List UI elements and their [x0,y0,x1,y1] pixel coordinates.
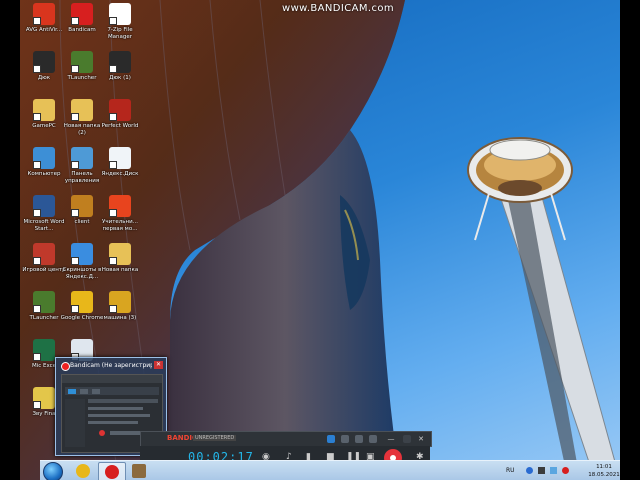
desktop-icon-label: Учительни... первая мо... [102,219,138,232]
control-panel-icon [71,147,93,169]
shortcut-arrow-icon [71,257,79,265]
shortcut-arrow-icon [109,257,117,265]
lock-icon[interactable] [327,435,335,443]
shortcut-arrow-icon [33,353,41,361]
settings-icon[interactable] [355,435,363,443]
volume-icon[interactable] [538,467,545,474]
action-center-icon[interactable] [550,467,557,474]
desktop-icon-label: Дюк (1) [109,75,131,81]
chrome-icon [76,464,90,478]
shortcut-arrow-icon [33,257,41,265]
bandicam-icon [71,3,93,25]
7zip-icon [109,3,131,25]
shortcut-arrow-icon [33,161,41,169]
desktop-icon[interactable]: Новая папка [98,243,142,274]
taskbar-button[interactable] [98,462,126,480]
taskbar-button[interactable] [126,462,152,480]
bandicam-watermark: www.BANDICAM.com [282,3,395,14]
desktop-icon-label: Perfect World [101,123,139,129]
clock-time: 11:01 [596,464,612,470]
chrome-icon [71,291,93,313]
media-icon [109,195,131,217]
shortcut-arrow-icon [71,305,79,313]
maximize-button[interactable] [403,435,411,443]
shortcut-arrow-icon [71,65,79,73]
tlauncher-icon [71,51,93,73]
taskbar-button[interactable] [70,462,96,480]
file-icon [109,291,131,313]
computer-icon [33,147,55,169]
desktop-icon-label: Новая папка [101,267,139,273]
word-icon [33,195,55,217]
desktop-icon[interactable]: машина (3) [98,291,142,322]
desktop-icon-label: машина (3) [103,315,137,321]
shortcut-arrow-icon [109,305,117,313]
sound-icon [33,387,55,409]
desktop-icon[interactable]: Учительни... первая мо... [98,195,142,233]
screen: www.BANDICAM.com AVG AntiVir... Bandicam 7… [0,0,640,480]
system-tray: RU 11:01 18.05.2021 [506,462,620,480]
yandex-disk-icon [109,147,131,169]
desktop-icon-label: Яндекс.Диск [101,171,139,177]
shortcut-arrow-icon [33,65,41,73]
network-icon[interactable] [526,467,533,474]
client-icon [71,195,93,217]
close-button[interactable]: ✕ [417,435,425,443]
folder-icon [109,243,131,265]
minimize-button[interactable]: — [387,435,395,443]
shortcut-arrow-icon [109,17,117,25]
shortcut-arrow-icon [33,113,41,121]
language-indicator[interactable]: RU [506,467,515,474]
minecraft-icon [132,464,146,478]
desktop: www.BANDICAM.com AVG AntiVir... Bandicam 7… [20,0,620,480]
thumbnail-close-button[interactable]: ✕ [154,361,163,369]
unregistered-badge: UNREGISTERED [193,435,237,441]
excel-icon [33,339,55,361]
folder-icon[interactable] [341,435,349,443]
desktop-icon[interactable]: 7-Zip File Manager [98,3,142,41]
desktop-icon[interactable]: Perfect World [98,99,142,130]
screenshots-icon [71,243,93,265]
bandicam-icon [61,362,70,371]
tlauncher-icon [33,291,55,313]
avg-icon [33,3,55,25]
desktop-icon[interactable]: Дюк (1) [98,51,142,82]
folder-icon [71,99,93,121]
bandicam-title-bar[interactable]: BANDICAM UNREGISTERED — ✕ [140,431,432,447]
desktop-icon[interactable]: Яндекс.Диск [98,147,142,178]
bandicam-tray-icon[interactable] [562,467,569,474]
shortcut-arrow-icon [33,305,41,313]
help-icon[interactable] [369,435,377,443]
thumbnail-title: Bandicam (Не зарегистрир... [70,362,152,369]
shortcut-arrow-icon [71,209,79,217]
taskbar: RU 11:01 18.05.2021 [40,460,620,480]
perfect-world-icon [109,99,131,121]
shortcut-arrow-icon [109,161,117,169]
shortcut-arrow-icon [109,113,117,121]
folder-icon [33,99,55,121]
duck-app-icon [33,51,55,73]
duck-app-icon [109,51,131,73]
clock-date: 18.05.2021 [588,472,620,478]
shortcut-arrow-icon [71,161,79,169]
shortcut-arrow-icon [33,401,41,409]
bandicam-icon [105,465,119,479]
shortcut-arrow-icon [109,209,117,217]
shortcut-arrow-icon [109,65,117,73]
shortcut-arrow-icon [33,209,41,217]
clock[interactable]: 11:01 18.05.2021 [586,463,620,479]
game-center-icon [33,243,55,265]
start-button[interactable] [43,462,63,480]
shortcut-arrow-icon [71,17,79,25]
desktop-icon-label: 7-Zip File Manager [107,27,133,40]
shortcut-arrow-icon [71,113,79,121]
shortcut-arrow-icon [33,17,41,25]
